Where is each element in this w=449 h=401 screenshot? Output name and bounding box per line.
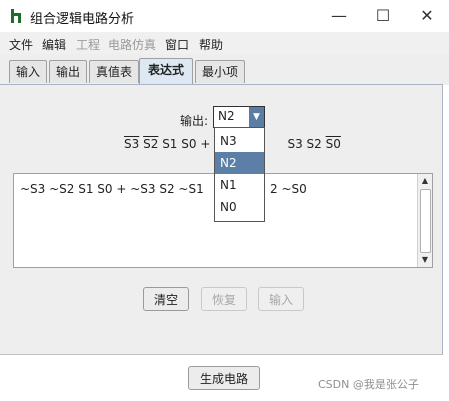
chevron-down-icon[interactable]: ▼ [249, 107, 264, 127]
tab-output[interactable]: 输出 [49, 60, 87, 83]
enter-button[interactable]: 输入 [258, 287, 304, 311]
menu-window[interactable]: 窗口 [165, 36, 189, 53]
dropdown-option-n1[interactable]: N1 [215, 174, 264, 196]
menu-bar: 文件 编辑 工程 电路仿真 窗口 帮助 [0, 32, 449, 54]
app-icon [11, 9, 21, 23]
menu-file[interactable]: 文件 [9, 36, 33, 53]
title-bar: 组合逻辑电路分析 — ☐ ✕ [0, 0, 449, 32]
vertical-scrollbar[interactable]: ▲ ▼ [417, 174, 432, 267]
output-select[interactable]: N2 ▼ [213, 106, 265, 128]
menu-help[interactable]: 帮助 [199, 36, 223, 53]
tab-expression[interactable]: 表达式 [139, 58, 193, 84]
window-title: 组合逻辑电路分析 [30, 12, 135, 27]
tab-input[interactable]: 输入 [9, 60, 47, 83]
tab-bar: 输入 输出 真值表 表达式 最小项 [0, 54, 449, 85]
expression-text: ~S3 ~S2 S1 S0 + ~S3 S2 ~S1 [20, 182, 204, 196]
maximize-button[interactable]: ☐ [361, 0, 405, 32]
build-circuit-button[interactable]: 生成电路 [188, 366, 260, 390]
tab-truth-table[interactable]: 真值表 [89, 60, 139, 83]
revert-button[interactable]: 恢复 [201, 287, 247, 311]
watermark: CSDN @我是张公子 [318, 378, 419, 391]
clear-button[interactable]: 清空 [143, 287, 189, 311]
expr-term: S1 S0 + S [162, 137, 222, 151]
dropdown-option-n3[interactable]: N3 [215, 130, 264, 152]
dropdown-option-n0[interactable]: N0 [215, 196, 264, 218]
output-select-value: N2 [218, 109, 235, 123]
expr-term: S3 [124, 137, 140, 151]
menu-simulate[interactable]: 电路仿真 [108, 36, 156, 53]
scroll-thumb[interactable] [420, 189, 431, 253]
output-label: 输出: [180, 114, 209, 128]
close-button[interactable]: ✕ [405, 0, 449, 32]
scroll-up-icon[interactable]: ▲ [418, 175, 432, 187]
output-dropdown-list: N3 N2 N1 N0 [214, 127, 265, 222]
menu-edit[interactable]: 编辑 [42, 36, 66, 53]
expr-term: S0 [325, 137, 341, 151]
minimize-button[interactable]: — [317, 0, 361, 32]
menu-project[interactable]: 工程 [76, 36, 100, 53]
scroll-down-icon[interactable]: ▼ [418, 254, 432, 266]
dropdown-option-n2[interactable]: N2 [215, 152, 264, 174]
expression-text-tail: 2 ~S0 [270, 182, 307, 196]
expr-term: S2 [143, 137, 159, 151]
tab-minterms[interactable]: 最小项 [195, 60, 245, 83]
expr-term: S3 S2 [287, 137, 322, 151]
